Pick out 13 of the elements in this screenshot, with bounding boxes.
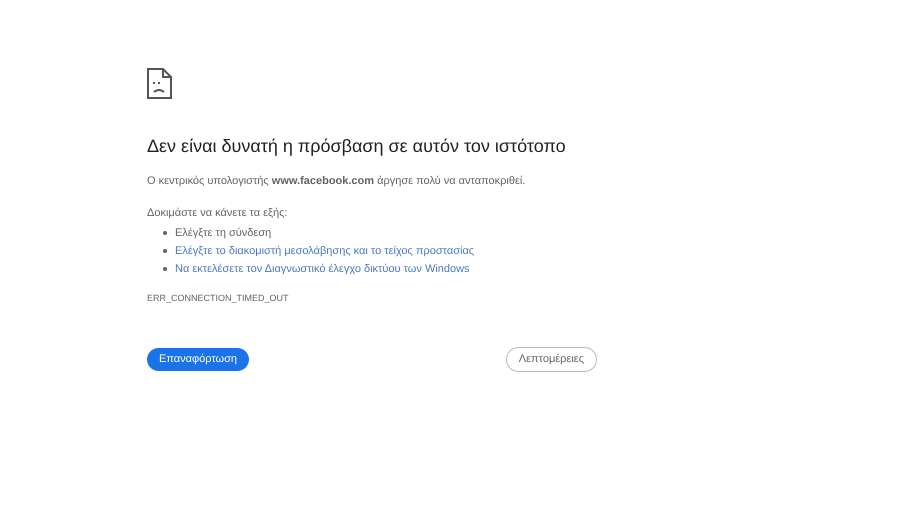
suggestion-link[interactable]: Ελέγξτε το διακομιστή μεσολάβησης και το τείχος προστασίας (175, 242, 474, 260)
suggestions-intro: Δοκιμάστε να κάνετε τα εξής: (147, 206, 288, 220)
reload-button[interactable]: Επαναφόρτωση (147, 348, 250, 370)
details-button[interactable]: Λεπτομέρειες (506, 346, 597, 372)
bullet-icon (163, 231, 167, 235)
suggestion-text: Ελέγξτε τη σύνδεση (175, 226, 272, 241)
error-code: ERR_CONNECTION_TIMED_OUT (147, 292, 290, 305)
suggestion-link[interactable]: Να εκτελέσετε τον Διαγνωστικό έλεγχο δικτύου των Windows (175, 260, 470, 278)
sad-page-icon (147, 68, 172, 99)
page-heading: Δεν είναι δυνατή η πρόσβαση σε αυτόν τον ιστότοπο (147, 135, 567, 158)
error-message: Ο κεντρικός υπολογιστής www.facebook.com άργησε πολύ να ανταποκριθεί. (147, 174, 526, 189)
bullet-icon (163, 249, 167, 253)
bullet-icon (163, 267, 167, 271)
